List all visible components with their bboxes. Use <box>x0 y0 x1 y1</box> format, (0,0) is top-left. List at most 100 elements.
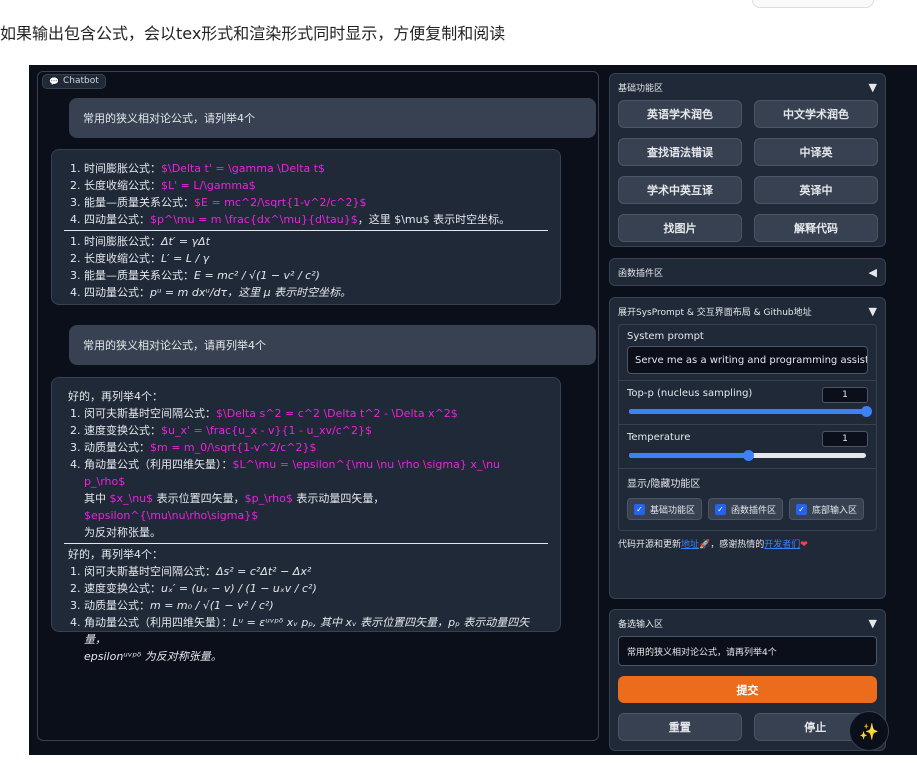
chat-bubble-icon: 💬 <box>49 77 59 86</box>
toggle-checkbox[interactable]: ✓ 基础功能区 <box>627 498 703 520</box>
rendered-formula: L′ = L / γ <box>161 252 210 265</box>
basic-function-button[interactable]: 学术中英互译 <box>618 176 742 204</box>
basic-function-button[interactable]: 解释代码 <box>754 214 878 242</box>
top-input-fragment <box>752 0 874 8</box>
rendered-formula: m = m₀ / √(1 − v² / c²) <box>150 599 274 612</box>
checkbox-label: 基础功能区 <box>650 505 696 516</box>
heart-icon: ❤ <box>800 540 808 550</box>
top-p-slider-fill <box>629 409 866 414</box>
divider <box>64 230 548 231</box>
rendered-formula: Δt′ = γΔt <box>161 235 210 248</box>
formula-name: 四动量公式： <box>84 286 150 299</box>
magic-wand-icon[interactable]: ✨ <box>849 711 889 751</box>
rendered-formula: Δs² = c²Δt² − Δx² <box>216 565 312 578</box>
chatbot-panel: 💬 Chatbot 常用的狭义相对论公式，请列举4个 时间膨胀公式：$\Delt… <box>37 71 599 741</box>
bot-message-1: 时间膨胀公式：$\Delta t' = \gamma \Delta t$长度收缩… <box>51 149 561 305</box>
temperature-slider[interactable] <box>629 450 866 461</box>
answer-2-intro: 好的，再列举4个： <box>68 390 163 403</box>
basic-functions-buttons: 英语学术润色 中文学术润色 查找语法错误 中译英 学术中英互译 英译中 找图片 解释代码 <box>610 100 885 252</box>
list-item: 动质量公式：$m = m_0/\sqrt{1-v^2/c^2}$ <box>84 439 544 456</box>
formula-note: ，这里 $\mu$ 表示时空坐标。 <box>357 213 511 226</box>
reset-button[interactable]: 重置 <box>618 713 742 741</box>
list-item: 闵可夫斯基时空间隔公式：Δs² = c²Δt² − Δx² <box>84 563 544 580</box>
temperature-number-input[interactable]: 1 <box>822 431 868 447</box>
checkbox-label: 函数插件区 <box>731 505 777 516</box>
list-item: 四动量公式：$p^\mu = m \frac{dx^\mu}{d\tau}$，这… <box>84 211 544 228</box>
tex-formula: $\Delta t' = \gamma \Delta t$ <box>161 162 326 175</box>
checkbox-checked-icon: ✓ <box>634 503 645 515</box>
temperature-slider-thumb[interactable] <box>742 450 754 461</box>
list-item: 时间膨胀公式：Δt′ = γΔt <box>84 233 544 250</box>
submit-button[interactable]: 提交 <box>618 676 877 703</box>
formula-name: 动质量公式： <box>84 441 150 454</box>
list-item: 角动量公式（利用四维矢量）：$L^\mu = \epsilon^{\mu \nu… <box>84 456 544 490</box>
chatbot-label: 💬 Chatbot <box>42 74 106 89</box>
basic-function-button[interactable]: 找图片 <box>618 214 742 242</box>
collapse-arrow-icon: ▼ <box>868 304 877 318</box>
formula-name: 闵可夫斯基时空间隔公式： <box>84 407 216 420</box>
rendered-formula: uₓ′ = (uₓ − v) / (1 − uₓv / c²) <box>161 582 317 595</box>
tex-formula: $p^\mu = m \frac{dx^\mu}{d\tau}$ <box>150 213 358 226</box>
system-prompt-input[interactable]: Serve me as a writing and programming as… <box>627 346 868 374</box>
contributors-link[interactable]: 开发者们 <box>764 540 800 550</box>
basic-function-button[interactable]: 中译英 <box>754 138 878 166</box>
sysprompt-header[interactable]: 展开SysPrompt & 交互界面布局 & Github地址 ▼ <box>610 298 885 324</box>
basic-function-button[interactable]: 中文学术润色 <box>754 100 878 128</box>
top-p-number-input[interactable]: 1 <box>822 387 868 403</box>
formula-name: 速度变换公式： <box>84 582 161 595</box>
formula-name: 时间膨胀公式： <box>84 235 161 248</box>
collapse-arrow-icon: ▼ <box>868 616 877 630</box>
answer-2-rendered-tail: epsilonᵘᵛᵖᵟ 为反对称张量。 <box>84 650 222 663</box>
formula-name: 能量—质量关系公式： <box>84 269 194 282</box>
answer-2-tex-tail: 其中 $x_\nu$ 表示位置四矢量，$p_\rho$ 表示动量四矢量，$eps… <box>84 492 385 539</box>
basic-function-button[interactable]: 英语学术润色 <box>618 100 742 128</box>
system-prompt-field: System prompt Serve me as a writing and … <box>619 325 876 381</box>
basic-function-button[interactable]: 英译中 <box>754 176 878 204</box>
collapse-arrow-icon: ▼ <box>868 80 877 94</box>
formula-name: 时间膨胀公式： <box>84 162 161 175</box>
alt-input-textbox[interactable]: 常用的狭义相对论公式，请再列举4个 <box>618 636 877 666</box>
top-p-slider-thumb[interactable] <box>861 406 872 417</box>
top-p-slider[interactable] <box>629 406 872 417</box>
tex-formula: $L' = L/\gamma$ <box>161 179 256 192</box>
list-item: 四动量公式：pᵘ = m dxᵘ/dτ，这里 μ 表示时空坐标。 <box>84 284 544 301</box>
checkbox-label: 底部输入区 <box>812 505 858 516</box>
formula-name: 长度收缩公式： <box>84 252 161 265</box>
bot-message-2: 好的，再列举4个： 闵可夫斯基时空间隔公式：$\Delta s^2 = c^2 … <box>51 377 561 663</box>
list-item: 速度变换公式：uₓ′ = (uₓ − v) / (1 − uₓv / c²) <box>84 580 544 597</box>
basic-functions-header[interactable]: 基础功能区 ▼ <box>610 74 885 100</box>
list-item: 时间膨胀公式：$\Delta t' = \gamma \Delta t$ <box>84 160 544 177</box>
footer-note: 代码开源和更新地址🚀，感谢热情的开发者们❤ <box>618 540 808 550</box>
basic-function-button[interactable]: 查找语法错误 <box>618 138 742 166</box>
checkbox-checked-icon: ✓ <box>796 503 808 515</box>
rendered-formula: E = mc² / √(1 − v² / c²) <box>194 269 320 282</box>
toggle-field: 显示/隐藏功能区 ✓ 基础功能区 ✓ 函数插件区 ✓ 底部输入区 <box>619 469 876 530</box>
basic-functions-panel: 基础功能区 ▼ 英语学术润色 中文学术润色 查找语法错误 中译英 学术中英互译 英译中 找图… <box>609 73 886 247</box>
formula-name: 速度变换公式： <box>84 424 161 437</box>
toggle-checkbox[interactable]: ✓ 函数插件区 <box>708 498 784 520</box>
repo-link[interactable]: 地址 <box>681 540 699 550</box>
plugin-header[interactable]: 函数插件区 ◀ <box>610 259 885 285</box>
answer-2-tex-list: 闵可夫斯基时空间隔公式：$\Delta s^2 = c^2 \Delta t^2… <box>68 405 544 490</box>
toggle-checkbox[interactable]: ✓ 底部输入区 <box>789 498 865 520</box>
toggle-checkboxes: ✓ 基础功能区 ✓ 函数插件区 ✓ 底部输入区 <box>627 494 868 524</box>
formula-name: 能量—质量关系公式： <box>84 196 194 209</box>
tex-formula: $u_x' = \frac{u_x - v}{1 - u_xv/c^2}$ <box>161 424 372 437</box>
user-message-2: 常用的狭义相对论公式，请再列举4个 <box>69 325 596 365</box>
tex-formula: $\Delta s^2 = c^2 \Delta t^2 - \Delta x^… <box>216 407 458 420</box>
checkbox-checked-icon: ✓ <box>715 503 727 515</box>
list-item: 长度收缩公式：$L' = L/\gamma$ <box>84 177 544 194</box>
list-item: 闵可夫斯基时空间隔公式：$\Delta s^2 = c^2 \Delta t^2… <box>84 405 544 422</box>
temperature-slider-fill <box>629 453 748 458</box>
formula-name: 长度收缩公式： <box>84 179 161 192</box>
tex-formula: $E = mc^2/\sqrt{1-v^2/c^2}$ <box>194 196 367 209</box>
plugin-panel: 函数插件区 ◀ <box>609 258 886 286</box>
answer-2-rendered-intro: 好的，再列举4个： <box>68 548 163 561</box>
list-item: 长度收缩公式：L′ = L / γ <box>84 250 544 267</box>
alt-input-panel: 备选输入区 ▼ 常用的狭义相对论公式，请再列举4个 提交 重置 停止 <box>609 609 886 751</box>
alt-input-header[interactable]: 备选输入区 ▼ <box>610 610 885 636</box>
top-p-field: Top-p (nucleus sampling) 1 <box>619 381 876 425</box>
list-item: 能量—质量关系公式：$E = mc^2/\sqrt{1-v^2/c^2}$ <box>84 194 544 211</box>
divider <box>64 543 548 544</box>
sysprompt-panel: 展开SysPrompt & 交互界面布局 & Github地址 ▼ System… <box>609 297 886 599</box>
